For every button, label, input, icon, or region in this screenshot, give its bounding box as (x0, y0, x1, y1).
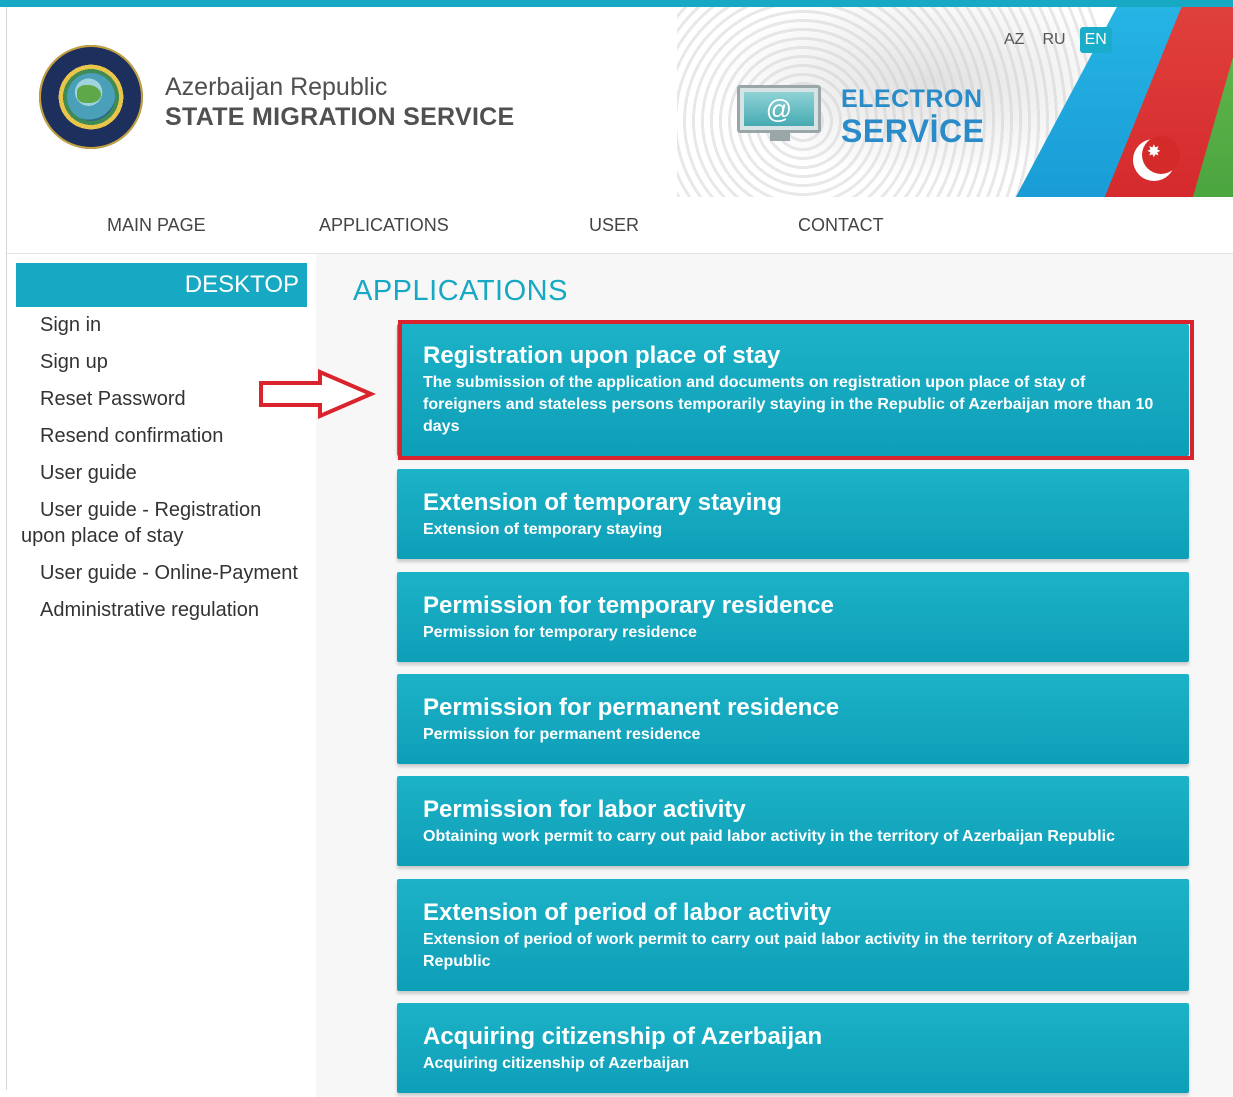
service-label: SERVİCE (841, 113, 985, 149)
application-card-registration[interactable]: Registration upon place of stay The subm… (397, 324, 1189, 456)
application-card-labor-activity[interactable]: Permission for labor activity Obtaining … (397, 776, 1189, 866)
lang-ru[interactable]: RU (1038, 27, 1069, 53)
lang-az[interactable]: AZ (1000, 27, 1028, 53)
card-description: Acquiring citizenship of Azerbaijan (423, 1055, 690, 1072)
nav-main-page[interactable]: MAIN PAGE (107, 215, 206, 236)
state-emblem-logo[interactable] (39, 45, 143, 149)
card-title: Permission for labor activity (423, 796, 746, 823)
sidebar-item-user-guide[interactable]: User guide (21, 460, 311, 486)
card-title: Registration upon place of stay (423, 342, 781, 369)
application-card-extension-labor-activity[interactable]: Extension of period of labor activity Ex… (397, 879, 1189, 991)
monitor-icon: @ (737, 85, 821, 141)
sidebar-item-resend-confirmation[interactable]: Resend confirmation (21, 423, 311, 449)
star-icon: ✸ (1146, 142, 1161, 161)
card-description: Extension of period of work permit to ca… (423, 931, 1138, 970)
card-description: Permission for permanent residence (423, 726, 701, 743)
card-title: Extension of temporary staying (423, 489, 782, 516)
electron-service-banner: ✸ @ ELECTRON SERVİCE (677, 7, 1233, 197)
card-title: Permission for permanent residence (423, 694, 840, 721)
map-icon (77, 85, 101, 103)
sidebar-menu: Sign in Sign up Reset Password Resend co… (21, 312, 311, 634)
at-sign-icon: @ (744, 92, 814, 126)
card-description: Extension of temporary staying (423, 521, 663, 538)
brand-subtitle: Azerbaijan Republic (165, 73, 388, 101)
brand-title: STATE MIGRATION SERVICE (165, 103, 515, 131)
sidebar-item-user-guide-payment[interactable]: User guide - Online-Payment (21, 560, 311, 586)
nav-applications[interactable]: APPLICATIONS (319, 215, 449, 236)
sidebar-item-sign-in[interactable]: Sign in (21, 312, 311, 338)
card-title: Permission for temporary residence (423, 592, 834, 619)
application-card-extension-temporary-staying[interactable]: Extension of temporary staying Extension… (397, 469, 1189, 559)
card-description: The submission of the application and do… (423, 374, 1154, 435)
card-title: Extension of period of labor activity (423, 899, 832, 926)
card-description: Permission for temporary residence (423, 624, 697, 641)
sidebar-item-user-guide-registration[interactable]: User guide - Registration upon place of … (21, 497, 311, 549)
sidebar-header: DESKTOP (16, 263, 307, 307)
sidebar-item-administrative-regulation[interactable]: Administrative regulation (21, 597, 311, 623)
application-card-temporary-residence[interactable]: Permission for temporary residence Permi… (397, 572, 1189, 662)
main-nav: MAIN PAGE APPLICATIONS USER CONTACT (7, 203, 1233, 254)
header: Azerbaijan Republic STATE MIGRATION SERV… (7, 7, 1233, 197)
nav-contact[interactable]: CONTACT (798, 215, 884, 236)
monitor-stand (770, 133, 790, 141)
application-card-permanent-residence[interactable]: Permission for permanent residence Permi… (397, 674, 1189, 764)
section-title: APPLICATIONS (353, 275, 568, 307)
page: Azerbaijan Republic STATE MIGRATION SERV… (0, 0, 1233, 1097)
card-description: Obtaining work permit to carry out paid … (423, 828, 1115, 845)
language-switcher: AZ RU EN (1000, 27, 1112, 53)
nav-user[interactable]: USER (589, 215, 639, 236)
application-card-citizenship[interactable]: Acquiring citizenship of Azerbaijan Acqu… (397, 1003, 1189, 1093)
lang-en[interactable]: EN (1079, 27, 1112, 53)
right-arrow-icon (259, 369, 376, 419)
card-title: Acquiring citizenship of Azerbaijan (423, 1023, 823, 1050)
electron-label: ELECTRON (841, 85, 983, 113)
